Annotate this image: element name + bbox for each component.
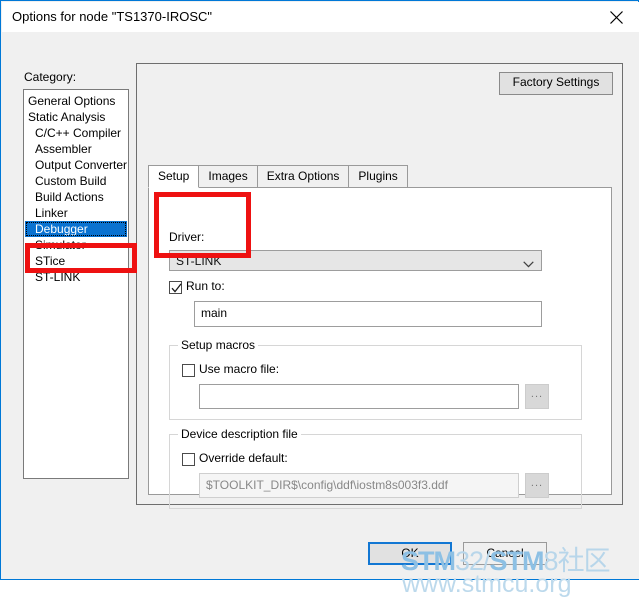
- use-macro-file-label: Use macro file:: [199, 362, 280, 376]
- device-description-file-title: Device description file: [178, 427, 301, 441]
- run-to-label: Run to:: [186, 279, 225, 293]
- use-macro-file-checkbox[interactable]: [182, 364, 195, 377]
- tab-setup[interactable]: Setup: [148, 165, 200, 188]
- category-item-simulator[interactable]: Simulator: [24, 237, 128, 253]
- category-label: Category:: [24, 70, 77, 84]
- device-description-path-value: $TOOLKIT_DIR$\config\ddf\iostm8s003f3.dd…: [206, 478, 448, 492]
- macro-file-browse-button[interactable]: ...: [525, 384, 549, 409]
- category-item-assembler[interactable]: Assembler: [24, 141, 128, 157]
- dialog-body: Category: General Options Static Analysi…: [2, 32, 639, 597]
- driver-dropdown[interactable]: ST-LINK: [169, 250, 542, 271]
- tab-extra-options[interactable]: Extra Options: [256, 165, 350, 187]
- factory-settings-button[interactable]: Factory Settings: [499, 72, 613, 95]
- chevron-down-icon: [523, 257, 534, 271]
- category-item-debugger[interactable]: Debugger: [25, 221, 127, 237]
- category-item-stice[interactable]: STice: [24, 253, 128, 269]
- category-item-c-cpp-compiler[interactable]: C/C++ Compiler: [24, 125, 128, 141]
- run-to-checkbox[interactable]: [169, 281, 182, 294]
- category-item-static-analysis[interactable]: Static Analysis: [24, 109, 128, 125]
- category-item-general-options[interactable]: General Options: [24, 93, 128, 109]
- tab-plugins[interactable]: Plugins: [348, 165, 408, 187]
- watermark-line-2: www.stmcu.org: [402, 570, 572, 598]
- device-description-path-input[interactable]: $TOOLKIT_DIR$\config\ddf\iostm8s003f3.dd…: [199, 473, 519, 498]
- setup-macros-title: Setup macros: [178, 338, 259, 352]
- settings-panel: Factory Settings Setup Images Extra Opti…: [136, 63, 623, 509]
- device-description-file-group: Device description file Override default…: [169, 427, 582, 509]
- override-default-checkbox[interactable]: [182, 453, 195, 466]
- category-item-build-actions[interactable]: Build Actions: [24, 189, 128, 205]
- driver-label: Driver:: [169, 230, 205, 244]
- device-description-browse-button[interactable]: ...: [525, 473, 549, 498]
- override-default-label: Override default:: [199, 451, 288, 465]
- tab-images[interactable]: Images: [198, 165, 258, 187]
- category-item-linker[interactable]: Linker: [24, 205, 128, 221]
- driver-dropdown-value: ST-LINK: [176, 254, 222, 268]
- macro-file-input[interactable]: [199, 384, 519, 409]
- setup-macros-group: Setup macros Use macro file: ...: [169, 338, 582, 420]
- check-icon: [171, 283, 182, 293]
- options-dialog: Options for node "TS1370-IROSC" Category…: [0, 0, 639, 597]
- window-title: Options for node "TS1370-IROSC": [12, 9, 212, 24]
- close-button[interactable]: [594, 2, 639, 32]
- run-to-input[interactable]: main: [194, 301, 542, 327]
- watermark-8-shequ: 8社区: [543, 546, 611, 576]
- tab-strip: Setup Images Extra Options Plugins: [148, 165, 408, 188]
- run-to-input-value: main: [201, 306, 228, 320]
- category-item-custom-build[interactable]: Custom Build: [24, 173, 128, 189]
- category-listbox[interactable]: General Options Static Analysis C/C++ Co…: [23, 89, 129, 479]
- ok-button[interactable]: OK: [368, 542, 452, 565]
- category-item-st-link[interactable]: ST-LINK: [24, 269, 128, 285]
- category-item-output-converter[interactable]: Output Converter: [24, 157, 128, 173]
- setup-tab-page: Driver: ST-LINK Run to: main Setup macro…: [148, 187, 612, 509]
- cancel-button[interactable]: Cancel: [463, 542, 547, 565]
- title-bar: Options for node "TS1370-IROSC": [2, 2, 639, 33]
